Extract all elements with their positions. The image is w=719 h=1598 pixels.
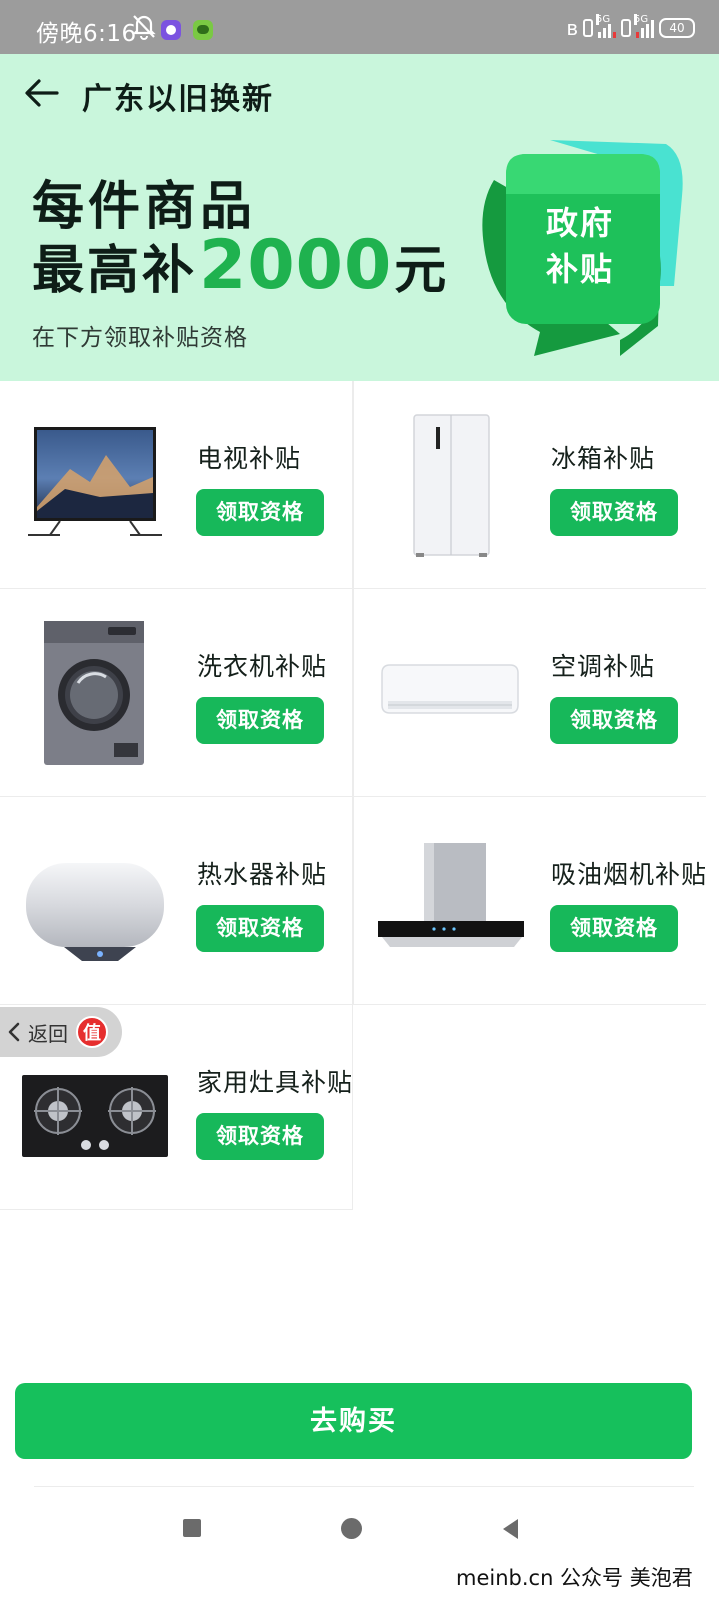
government-subsidy-badge: 政府 补贴 [470,136,690,366]
bluetooth-icon: ʙ [566,16,578,40]
signal-icon: 5G [596,14,616,38]
recent-apps-icon[interactable] [183,1519,201,1537]
category-title: 空调补贴 [551,652,656,681]
category-title: 电视补贴 [197,444,302,473]
network-type-2: 5G [634,14,649,25]
category-card-water-heater[interactable]: 热水器补贴 领取资格 [0,797,353,1005]
floating-return-button[interactable]: 返回 值 [0,1007,122,1057]
badge-text: 政府 补贴 [470,200,690,292]
status-indicators: ʙ 5G 5G 40 [566,14,695,42]
claim-eligibility-button[interactable]: 领取资格 [196,1113,324,1160]
status-bar: 傍晚6:16 ʙ 5G 5G 40 [0,0,719,54]
status-time: 傍晚6:16 [36,21,137,47]
badge-line-1: 政府 [545,204,614,242]
headline-prefix: 最高补 [32,241,198,301]
category-card-washer[interactable]: 洗衣机补贴 领取资格 [0,589,353,797]
bottom-divider [34,1486,694,1487]
category-title: 家用灶具补贴 [197,1068,354,1097]
network-type-1: 5G [596,14,611,25]
chevron-left-icon [8,1022,20,1042]
category-title: 吸油烟机补贴 [551,860,708,889]
banner-headline-2: 最高补 2000 元 [32,226,449,305]
vibrate-icon [583,19,593,37]
app-notification-icon [161,20,181,40]
watermark-text: meinb.cn 公众号 美泡君 [456,1566,693,1590]
return-label: 返回 [28,1021,68,1046]
claim-eligibility-button[interactable]: 领取资格 [550,489,678,536]
category-title: 冰箱补贴 [551,444,656,473]
tv-icon [28,427,162,536]
bell-muted-icon [132,15,156,40]
sim-icon [621,19,631,37]
water-heater-icon [26,863,164,961]
fridge-icon [413,414,490,557]
claim-eligibility-button[interactable]: 领取资格 [196,697,324,744]
claim-eligibility-button[interactable]: 领取资格 [550,697,678,744]
category-card-air-conditioner[interactable]: 空调补贴 领取资格 [353,589,706,797]
subsidy-amount: 2000 [199,226,393,305]
signal-icon-2: 5G [634,14,654,38]
nav-back-icon[interactable] [500,1517,520,1541]
category-card-range-hood[interactable]: 吸油烟机补贴 领取资格 [353,797,706,1005]
claim-eligibility-button[interactable]: 领取资格 [196,489,324,536]
claim-eligibility-button[interactable]: 领取资格 [196,905,324,952]
subsidy-banner: 广东以旧换新 每件商品 最高补 2000 元 在下方领取补贴资格 政府 补贴 [0,54,719,381]
category-title: 热水器补贴 [197,860,328,889]
app-notification-icon-2 [193,20,213,40]
page-title: 广东以旧换新 [82,82,274,117]
banner-subtitle: 在下方领取补贴资格 [32,325,248,351]
battery-icon: 40 [659,18,695,38]
air-conditioner-icon [381,664,519,714]
claim-eligibility-button[interactable]: 领取资格 [550,905,678,952]
go-buy-button[interactable]: 去购买 [15,1383,692,1459]
category-card-fridge[interactable]: 冰箱补贴 领取资格 [353,381,706,589]
category-title: 洗衣机补贴 [197,652,328,681]
washer-icon [44,621,144,765]
headline-suffix: 元 [394,241,450,301]
app-logo-icon: 值 [76,1016,108,1048]
range-hood-icon [378,843,524,947]
category-card-tv[interactable]: 电视补贴 领取资格 [0,381,353,589]
home-icon[interactable] [341,1518,362,1539]
back-arrow-icon[interactable] [24,78,60,108]
badge-line-2: 补贴 [545,250,614,288]
